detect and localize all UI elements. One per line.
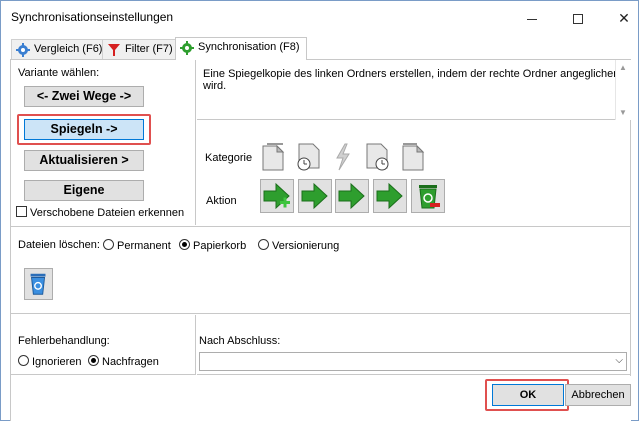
description-box: Eine Spiegelkopie des linken Ordners ers… bbox=[197, 60, 631, 120]
close-button[interactable]: ✕ bbox=[601, 5, 639, 31]
error-handling-label: Fehlerbehandlung: bbox=[18, 335, 110, 347]
update-right-button[interactable] bbox=[335, 179, 369, 213]
delete-right-icon bbox=[411, 179, 445, 213]
filter-icon bbox=[108, 44, 120, 56]
update-right-icon bbox=[373, 179, 407, 213]
ok-button[interactable]: OK bbox=[492, 384, 564, 406]
maximize-icon bbox=[573, 14, 583, 25]
radio-versioning[interactable]: Versionierung bbox=[258, 239, 339, 252]
error-handling-section: Fehlerbehandlung: Ignorieren Nachfragen bbox=[11, 315, 196, 375]
category-label: Kategorie bbox=[205, 152, 253, 164]
radio-label: Nachfragen bbox=[102, 356, 159, 368]
chevron-down-icon: ⌵ bbox=[615, 355, 623, 366]
recycle-bin-icon bbox=[30, 273, 46, 295]
action-label: Aktion bbox=[206, 195, 237, 207]
update-right-icon bbox=[335, 179, 369, 213]
after-completion-select[interactable]: ⌵ bbox=[199, 352, 627, 371]
close-icon: ✕ bbox=[618, 10, 630, 26]
checkbox-box bbox=[16, 206, 27, 217]
radio-circle bbox=[88, 355, 99, 366]
file-left-newer-icon bbox=[297, 143, 320, 171]
delete-files-section: Dateien löschen: Permanent Papierkorb Ve… bbox=[11, 226, 631, 314]
delete-right-button[interactable] bbox=[411, 179, 445, 213]
radio-permanent[interactable]: Permanent bbox=[103, 239, 171, 252]
update-right-button[interactable] bbox=[373, 179, 407, 213]
minimize-icon bbox=[527, 18, 537, 20]
gear-icon bbox=[180, 41, 194, 55]
file-right-only-icon bbox=[402, 143, 425, 171]
radio-label: Versionierung bbox=[272, 240, 340, 252]
radio-ask[interactable]: Nachfragen bbox=[88, 355, 159, 368]
custom-button[interactable]: Eigene bbox=[24, 180, 144, 201]
recycle-bin-button[interactable] bbox=[24, 268, 53, 300]
after-completion-section: Nach Abschluss: ⌵ bbox=[197, 315, 631, 375]
tab-content: Variante wählen: <- Zwei Wege -> Spiegel… bbox=[10, 59, 631, 422]
description-scrollbar[interactable]: ▲ ▼ bbox=[615, 60, 631, 120]
window-title: Synchronisationseinstellungen bbox=[11, 10, 174, 24]
scroll-down-icon: ▼ bbox=[619, 108, 627, 117]
two-way-button[interactable]: <- Zwei Wege -> bbox=[24, 86, 144, 107]
variant-label: Variante wählen: bbox=[18, 67, 100, 79]
dialog-footer: OK Abbrechen bbox=[11, 376, 631, 422]
tab-filter[interactable]: Filter (F7) bbox=[102, 39, 176, 59]
radio-ignore[interactable]: Ignorieren bbox=[18, 355, 82, 368]
scroll-up-icon: ▲ bbox=[619, 63, 627, 72]
detect-moved-label: Verschobene Dateien erkennen bbox=[30, 207, 185, 219]
radio-circle bbox=[179, 239, 190, 250]
detect-moved-checkbox[interactable]: Verschobene Dateien erkennen bbox=[16, 206, 184, 219]
cancel-button[interactable]: Abbrechen bbox=[565, 384, 631, 406]
update-button[interactable]: Aktualisieren > bbox=[24, 150, 144, 171]
sync-settings-dialog: Synchronisationseinstellungen ✕ Vergleic… bbox=[0, 0, 639, 422]
radio-circle bbox=[103, 239, 114, 250]
gear-icon bbox=[16, 43, 30, 57]
radio-recycle-bin[interactable]: Papierkorb bbox=[179, 239, 246, 252]
radio-label: Papierkorb bbox=[193, 240, 247, 252]
tab-synchronisation[interactable]: Synchronisation (F8) bbox=[175, 37, 307, 60]
radio-label: Permanent bbox=[117, 240, 171, 252]
variant-panel: Variante wählen: <- Zwei Wege -> Spiegel… bbox=[11, 60, 196, 225]
delete-files-label: Dateien löschen: bbox=[18, 239, 100, 251]
file-left-only-icon bbox=[262, 143, 285, 171]
tab-vergleich[interactable]: Vergleich (F6) bbox=[11, 39, 103, 59]
tab-label: Filter (F7) bbox=[125, 43, 173, 55]
radio-circle bbox=[258, 239, 269, 250]
after-completion-label: Nach Abschluss: bbox=[199, 335, 281, 347]
tab-label: Synchronisation (F8) bbox=[198, 41, 300, 53]
file-right-newer-icon bbox=[366, 143, 389, 171]
radio-label: Ignorieren bbox=[32, 356, 82, 368]
description-text: Eine Spiegelkopie des linken Ordners ers… bbox=[203, 68, 620, 92]
radio-circle bbox=[18, 355, 29, 366]
tab-label: Vergleich (F6) bbox=[34, 43, 103, 55]
minimize-button[interactable] bbox=[509, 5, 555, 31]
update-right-icon bbox=[298, 179, 332, 213]
maximize-button[interactable] bbox=[555, 5, 601, 31]
create-right-icon bbox=[260, 179, 294, 213]
file-different-icon bbox=[336, 143, 350, 171]
mirror-button[interactable]: Spiegeln -> bbox=[24, 119, 144, 140]
create-right-button[interactable] bbox=[260, 179, 294, 213]
title-bar: Synchronisationseinstellungen ✕ bbox=[1, 1, 638, 33]
update-right-button[interactable] bbox=[298, 179, 332, 213]
